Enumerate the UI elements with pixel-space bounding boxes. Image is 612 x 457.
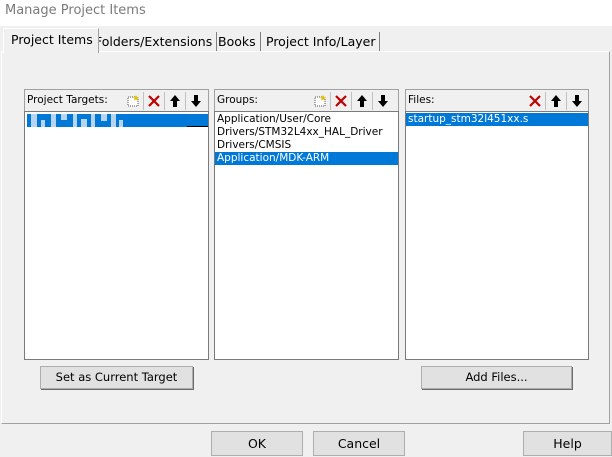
files-panel: Files: startup_stm32l451xx.s	[405, 89, 589, 360]
move-down-icon	[378, 95, 388, 107]
groups-label: Groups:	[217, 94, 258, 106]
set-current-target-label: Set as Current Target	[55, 370, 178, 384]
set-current-target-button[interactable]: Set as Current Target	[40, 366, 193, 389]
group-item-selected[interactable]: Application/MDK-ARM	[215, 152, 398, 165]
move-up-icon	[551, 95, 561, 107]
group-item[interactable]: Drivers/CMSIS	[215, 139, 398, 152]
delete-icon	[528, 95, 541, 107]
project-targets-header: Project Targets:	[24, 89, 209, 111]
new-group-button[interactable]	[309, 92, 330, 110]
project-targets-panel: Project Targets:	[24, 89, 209, 360]
delete-target-button[interactable]	[143, 92, 164, 110]
move-up-icon	[170, 95, 180, 107]
files-list[interactable]: startup_stm32l451xx.s	[405, 111, 589, 360]
groups-list[interactable]: Application/User/Core Drivers/STM32L4xx_…	[214, 111, 399, 360]
groups-panel: Groups: Application/User/Core Drivers/ST…	[214, 89, 399, 360]
help-button[interactable]: Help	[523, 431, 612, 456]
tab-strip: Project Items Folders/Extensions Books P…	[0, 28, 612, 53]
ok-label: OK	[247, 436, 267, 451]
tab-books[interactable]: Books	[214, 32, 261, 52]
move-up-group-button[interactable]	[351, 92, 372, 110]
move-up-file-button[interactable]	[545, 92, 566, 110]
move-down-icon	[572, 95, 582, 107]
delete-icon	[335, 95, 347, 107]
new-target-button[interactable]	[122, 92, 143, 110]
cancel-button[interactable]: Cancel	[313, 431, 405, 456]
project-targets-toolbar	[122, 92, 206, 110]
move-down-file-button[interactable]	[566, 92, 587, 110]
window-title: Manage Project Items	[5, 3, 146, 18]
delete-file-button[interactable]	[524, 92, 545, 110]
group-item[interactable]: Application/User/Core	[215, 113, 398, 126]
tab-project-items[interactable]: Project Items	[3, 28, 99, 53]
delete-group-button[interactable]	[330, 92, 351, 110]
add-files-label: Add Files...	[465, 370, 528, 384]
move-up-target-button[interactable]	[164, 92, 185, 110]
title-bar: Manage Project Items	[0, 0, 612, 26]
new-icon	[127, 95, 139, 107]
tab-project-info-layer[interactable]: Project Info/Layer	[262, 32, 381, 52]
add-files-button[interactable]: Add Files...	[421, 366, 572, 389]
tab-folders-extensions[interactable]: Folders/Extensions	[91, 32, 218, 52]
cancel-label: Cancel	[337, 436, 381, 451]
files-label: Files:	[408, 94, 435, 106]
move-down-target-button[interactable]	[185, 92, 206, 110]
project-targets-list[interactable]	[24, 111, 209, 360]
ok-button[interactable]: OK	[211, 431, 303, 456]
move-down-icon	[191, 95, 201, 107]
help-label: Help	[553, 436, 582, 451]
project-targets-label: Project Targets:	[27, 94, 108, 106]
redacted-target-item[interactable]	[27, 114, 208, 127]
files-header: Files:	[405, 89, 589, 111]
files-toolbar	[524, 92, 587, 110]
groups-toolbar	[309, 92, 393, 110]
groups-header: Groups:	[214, 89, 399, 111]
file-item-selected[interactable]: startup_stm32l451xx.s	[406, 113, 588, 126]
group-item[interactable]: Drivers/STM32L4xx_HAL_Driver	[215, 126, 398, 139]
move-down-group-button[interactable]	[372, 92, 393, 110]
new-icon	[314, 95, 326, 107]
delete-icon	[148, 95, 160, 107]
move-up-icon	[357, 95, 367, 107]
